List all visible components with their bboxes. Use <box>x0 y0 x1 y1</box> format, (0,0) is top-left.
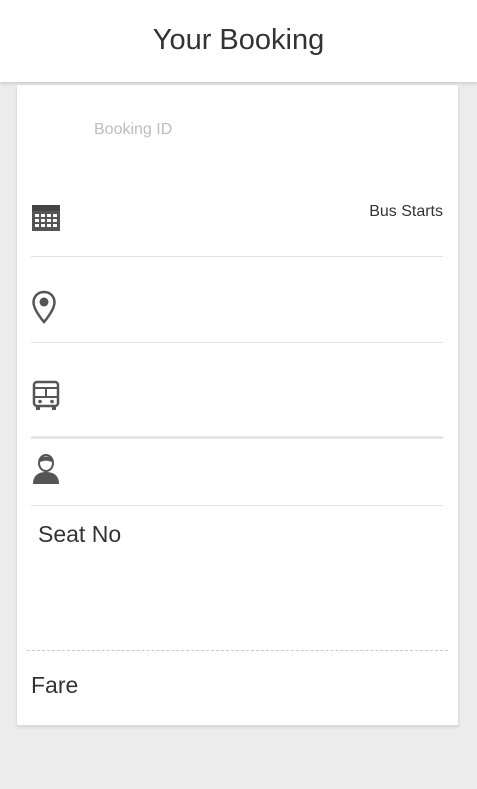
date-row: Bus Starts <box>31 185 443 257</box>
location-pin-icon <box>31 290 57 329</box>
booking-card: Booking ID Bus Starts Seat No Fare <box>17 85 458 725</box>
booking-id-label: Booking ID <box>94 121 173 138</box>
seat-no-label: Seat No <box>38 521 122 547</box>
user-icon <box>31 453 61 490</box>
bus-starts-label: Bus Starts <box>369 203 443 220</box>
calendar-icon <box>31 204 61 237</box>
app-header: Your Booking <box>0 0 477 82</box>
passenger-row <box>31 439 443 506</box>
location-row <box>31 257 443 343</box>
dashed-divider <box>27 650 448 651</box>
divider <box>31 505 443 506</box>
page-title: Your Booking <box>152 24 325 56</box>
card-shadow <box>17 725 458 730</box>
fare-label: Fare <box>31 672 79 698</box>
bus-row <box>31 343 443 439</box>
bus-icon <box>31 380 61 417</box>
